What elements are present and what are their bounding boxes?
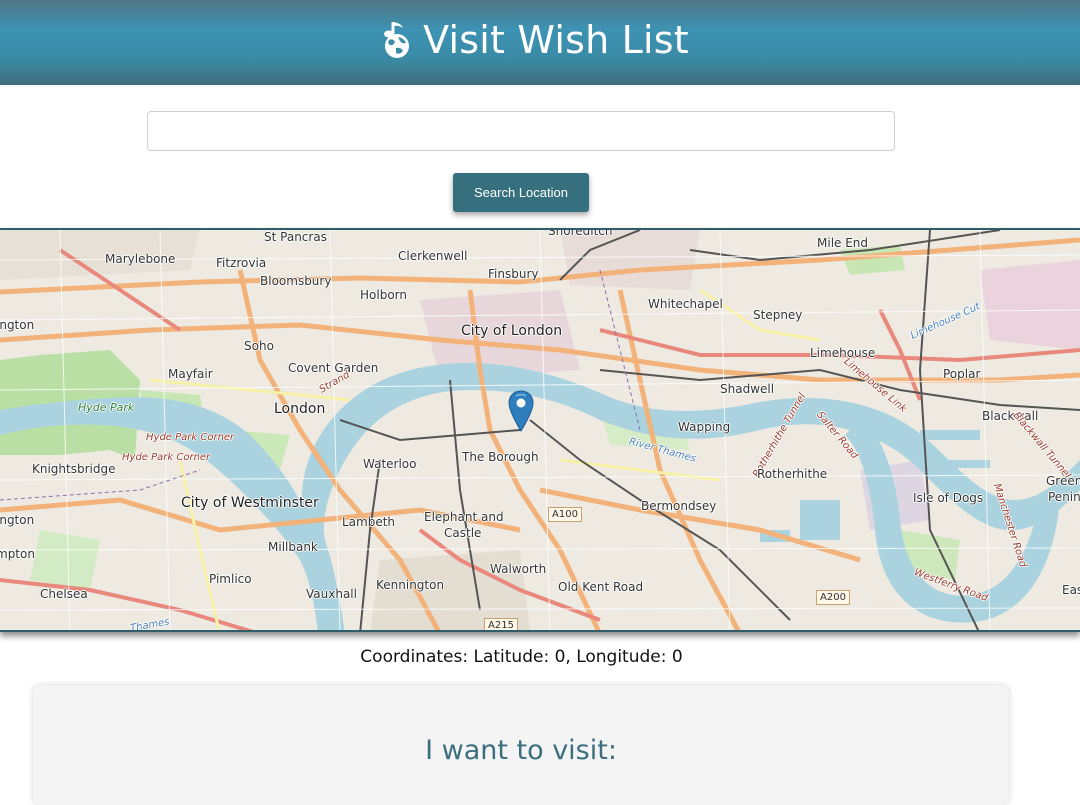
map-label-shoreditch: Shoreditch [548,228,613,238]
map-label-castle: Castle [444,526,482,540]
coordinates-readout: Coordinates: Latitude: 0, Longitude: 0 [360,647,683,667]
map-label-knightsbridge: Knightsbridge [32,462,116,476]
map-label-chelsea: Chelsea [40,587,88,601]
map-label-elephant-and: Elephant and [424,510,504,524]
road-shield-a100: A100 [548,507,582,522]
map-pin-icon[interactable] [508,390,534,436]
map-label-old-kent-road: Old Kent Road [558,580,644,594]
map-label-bloomsbury: Bloomsbury [260,274,332,288]
map-label-city-of-westminster: City of Westminster [181,495,319,511]
map-label-soho: Soho [244,339,274,353]
map-label-whitechapel: Whitechapel [648,297,723,311]
map-label-fitzrovia: Fitzrovia [216,256,267,270]
search-location-button[interactable]: Search Location [453,173,589,212]
globe-music-note-icon [381,20,413,60]
map-label-rotherhithe: Rotherhithe [757,467,828,481]
map-label-ington-2: ington [0,513,35,527]
map-label-marylebone: Marylebone [105,252,176,266]
map-label-covent-garden: Covent Garden [288,361,379,375]
map-label-penin: Penin [1048,490,1080,504]
map-label-eas: Eas [1062,583,1080,597]
map-label-hyde-park-corner-2: Hyde Park Corner [122,452,211,463]
map-label-limehouse: Limehouse [810,346,876,360]
map-label-city-of-london: City of London [461,323,563,339]
wish-list-heading: I want to visit: [425,735,617,766]
app-header: Visit Wish List [0,0,1080,85]
map-label-mpton: mpton [0,547,35,561]
map-label-mayfair: Mayfair [168,367,213,381]
map-label-the-borough: The Borough [462,450,539,464]
map-label-finsbury: Finsbury [488,267,539,281]
map-label-millbank: Millbank [268,540,318,554]
map-label-poplar: Poplar [943,367,981,381]
map-label-st-pancras: St Pancras [264,230,327,244]
map-label-walworth: Walworth [490,562,547,576]
map-label-london: London [274,401,326,417]
road-shield-a200: A200 [816,590,850,605]
map-label-hyde-park-corner-1: Hyde Park Corner [146,432,235,443]
search-input[interactable] [147,111,895,151]
map-label-green: Green [1046,474,1080,488]
wish-list-panel: I want to visit: [33,685,1009,805]
map-label-stepney: Stepney [753,308,803,322]
road-shield-a215: A215 [484,618,518,630]
map-label-waterloo: Waterloo [363,457,417,471]
map-label-isle-of-dogs: Isle of Dogs [913,491,984,505]
map-label-lambeth: Lambeth [342,515,396,529]
map-label-holborn: Holborn [360,288,407,302]
map-label-bermondsey: Bermondsey [641,499,717,513]
map-label-hyde-park: Hyde Park [78,401,135,414]
map-label-mile-end: Mile End [817,236,869,250]
map-label-ington: ington [0,318,35,332]
map-label-wapping: Wapping [678,420,731,434]
map-view[interactable]: St Pancras Shoreditch Mile End Marylebon… [0,228,1080,632]
app-title: Visit Wish List [423,17,689,62]
map-label-vauxhall: Vauxhall [306,587,357,601]
map-label-kennington: Kennington [376,578,445,592]
map-label-shadwell: Shadwell [720,382,775,396]
brand: Visit Wish List [381,18,689,62]
map-label-pimlico: Pimlico [209,572,252,586]
map-label-clerkenwell: Clerkenwell [398,249,468,263]
